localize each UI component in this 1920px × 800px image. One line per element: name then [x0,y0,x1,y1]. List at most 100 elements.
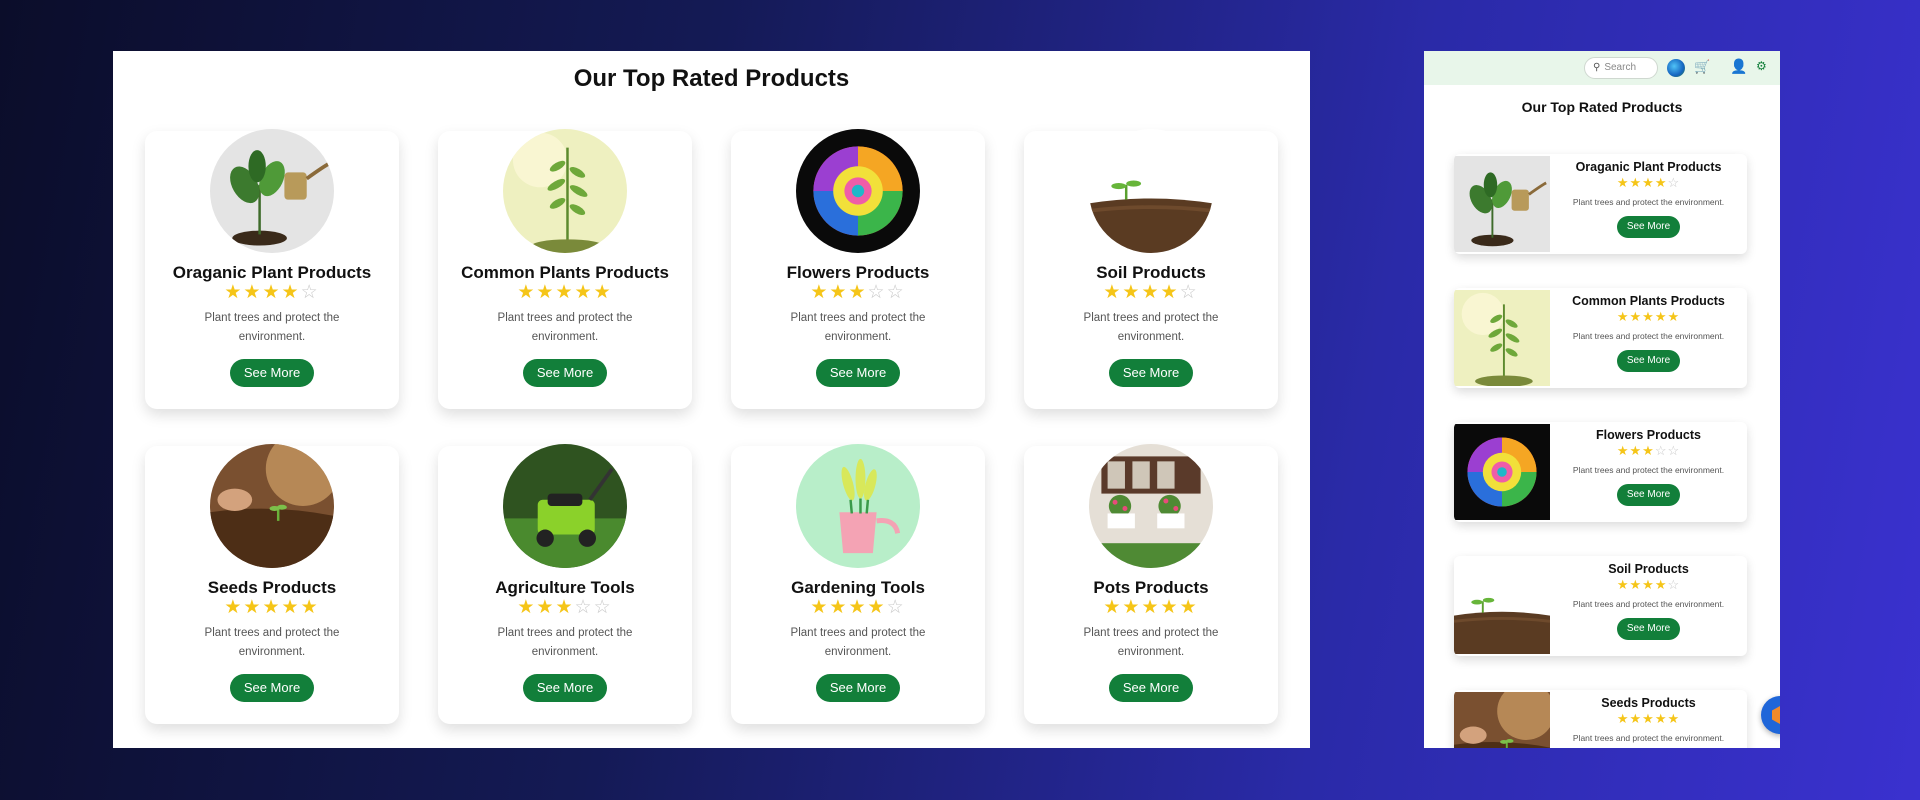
rating-stars: ★★★★☆ [1550,175,1747,191]
product-image [503,129,627,253]
mobile-product-card: Soil Products ★★★★☆ Plant trees and protec… [1454,556,1747,656]
rating-stars: ★★★★☆ [731,598,985,618]
star-filled-icon: ★ [829,282,849,303]
star-filled-icon: ★ [1141,282,1161,303]
star-filled-icon: ★ [536,282,556,303]
search-input[interactable]: ⚲ Search [1584,57,1658,79]
see-more-button[interactable]: See More [1108,359,1194,387]
star-empty-icon: ☆ [1667,175,1681,190]
star-empty-icon: ☆ [1667,443,1681,458]
star-filled-icon: ★ [517,597,537,618]
product-description: Plant trees and protect the environment. [1572,733,1725,743]
product-description: Plant trees and protect the environment. [1572,197,1725,207]
product-name: Seeds Products [207,578,337,597]
product-image [1089,444,1213,568]
rating-stars: ★★★☆☆ [731,283,985,303]
mobile-view: ⚲ Search 🛒 👤 ⚙ Our Top Rated Products Ora… [1424,51,1780,748]
product-card: Seeds Products ★★★★★ Plant trees and prote… [145,444,399,724]
star-filled-icon: ★ [1616,175,1630,190]
star-filled-icon: ★ [1629,175,1643,190]
star-empty-icon: ☆ [1654,443,1668,458]
mobile-card-body: Common Plants Products ★★★★★ Plant trees a… [1550,288,1747,388]
star-filled-icon: ★ [555,597,575,618]
see-more-button[interactable]: See More [1616,350,1681,372]
product-description: Plant trees and protect the environment. [1572,331,1725,341]
star-filled-icon: ★ [1642,309,1655,324]
product-name: Oraganic Plant Products [172,263,372,282]
star-filled-icon: ★ [1642,711,1655,726]
product-name: Agriculture Tools [495,578,635,597]
see-more-button[interactable]: See More [815,359,901,387]
settings-icon[interactable]: ⚙ [1756,59,1767,73]
star-filled-icon: ★ [1629,443,1643,458]
star-filled-icon: ★ [1667,309,1681,324]
see-more-button[interactable]: See More [229,359,315,387]
star-filled-icon: ★ [555,282,575,303]
product-name: Common Plants Products [1572,294,1725,308]
cart-icon[interactable]: 🛒 [1694,59,1710,75]
see-more-button[interactable]: See More [1616,618,1681,640]
mobile-card-body: Seeds Products ★★★★★ Plant trees and prote… [1550,690,1747,748]
see-more-button[interactable]: See More [522,359,608,387]
product-card: Oraganic Plant Products ★★★★☆ Plant trees … [145,129,399,409]
mobile-product-list: Oraganic Plant Products ★★★★☆ Plant trees … [1454,154,1747,748]
user-icon[interactable]: 👤 [1730,58,1747,75]
star-filled-icon: ★ [1629,309,1643,324]
rating-stars: ★★★★★ [1024,598,1278,618]
product-description: Plant trees and protect the environment. [1083,627,1219,658]
rating-stars: ★★★★☆ [145,283,399,303]
mobile-card-body: Oraganic Plant Products ★★★★☆ Plant trees … [1550,154,1747,254]
globe-icon[interactable] [1667,59,1685,77]
star-filled-icon: ★ [1103,597,1123,618]
product-image [1454,424,1550,520]
star-filled-icon: ★ [1654,309,1668,324]
product-card: Soil Products ★★★★☆ Plant trees and protec… [1024,129,1278,409]
chat-fab-icon[interactable] [1761,696,1780,734]
star-filled-icon: ★ [848,597,868,618]
star-filled-icon: ★ [300,597,320,618]
see-more-button[interactable]: See More [229,674,315,702]
star-filled-icon: ★ [848,282,868,303]
star-filled-icon: ★ [1122,282,1142,303]
product-grid: Oraganic Plant Products ★★★★☆ Plant trees … [145,129,1278,724]
product-description: Plant trees and protect the environment. [1572,465,1725,475]
rating-stars: ★★★★☆ [1550,577,1747,593]
star-empty-icon: ☆ [574,597,594,618]
product-image [1454,290,1550,386]
star-filled-icon: ★ [243,282,263,303]
star-filled-icon: ★ [829,597,849,618]
see-more-button[interactable]: See More [1616,216,1681,238]
star-filled-icon: ★ [536,597,556,618]
mobile-card-body: Flowers Products ★★★☆☆ Plant trees and pro… [1550,422,1747,522]
star-empty-icon: ☆ [593,597,613,618]
rating-stars: ★★★★☆ [1024,283,1278,303]
star-filled-icon: ★ [243,597,263,618]
product-description: Plant trees and protect the environment. [497,627,633,658]
product-image [1454,558,1550,654]
star-empty-icon: ☆ [1179,282,1199,303]
star-filled-icon: ★ [1654,175,1668,190]
see-more-button[interactable]: See More [522,674,608,702]
search-icon: ⚲ [1593,62,1601,73]
star-filled-icon: ★ [1654,577,1668,592]
see-more-button[interactable]: See More [1108,674,1194,702]
product-image [1454,156,1550,252]
see-more-button[interactable]: See More [815,674,901,702]
product-description: Plant trees and protect the environment. [204,312,340,343]
desktop-view: Our Top Rated Products Oraganic Plant Pr… [113,51,1310,748]
rating-stars: ★★★☆☆ [438,598,692,618]
star-filled-icon: ★ [517,282,537,303]
star-filled-icon: ★ [1616,577,1630,592]
star-filled-icon: ★ [224,282,244,303]
product-card: Flowers Products ★★★☆☆ Plant trees and pro… [731,129,985,409]
star-filled-icon: ★ [1141,597,1161,618]
see-more-button[interactable]: See More [1616,484,1681,506]
mobile-section-title: Our Top Rated Products [1521,99,1683,115]
product-card: Pots Products ★★★★★ Plant trees and protec… [1024,444,1278,724]
star-filled-icon: ★ [593,282,613,303]
product-name: Pots Products [1093,578,1209,597]
product-name: Flowers Products [786,263,930,282]
product-description: Plant trees and protect the environment. [1083,312,1219,343]
product-description: Plant trees and protect the environment. [790,627,926,658]
rating-stars: ★★★★★ [1550,711,1747,727]
